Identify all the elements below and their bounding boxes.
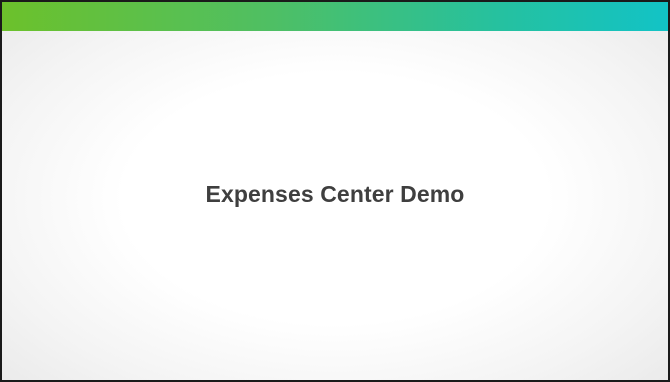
slide: Expenses Center Demo: [0, 0, 670, 382]
slide-title: Expenses Center Demo: [205, 181, 465, 207]
header-gradient-bar: [2, 2, 668, 31]
